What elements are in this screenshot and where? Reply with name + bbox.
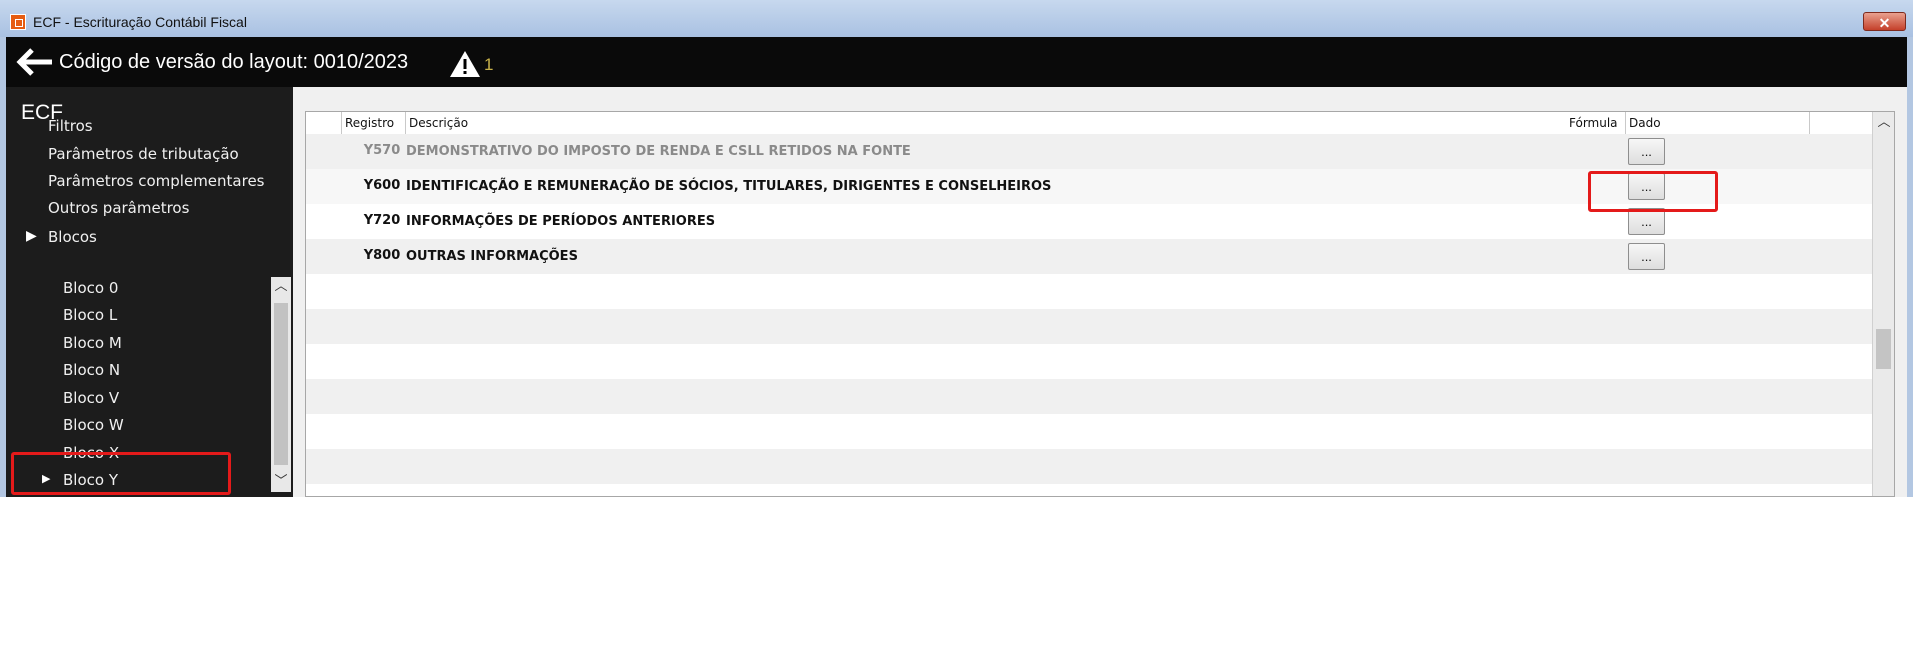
registro-description: OUTRAS INFORMAÇÕES: [406, 249, 578, 264]
column-header-dado[interactable]: Dado: [1626, 112, 1810, 134]
sidebar-item-outros-parametros[interactable]: Outros parâmetros: [48, 199, 189, 217]
close-button[interactable]: ✕: [1863, 12, 1906, 31]
scroll-down-arrow-icon[interactable]: ﹀: [271, 472, 291, 492]
sidebar-item-parametros-complementares[interactable]: Parâmetros complementares: [48, 172, 265, 190]
sidebar-item-parametros-tributacao[interactable]: Parâmetros de tributação: [48, 145, 239, 163]
title-bar: ECF - Escrituração Contábil Fiscal ✕: [0, 0, 1913, 38]
app-icon: [10, 14, 26, 30]
table-row[interactable]: Y800 OUTRAS INFORMAÇÕES ...: [306, 239, 1872, 274]
sidebar-item-bloco-0[interactable]: Bloco 0: [63, 279, 118, 297]
empty-row: [306, 274, 1872, 309]
sidebar-item-blocos[interactable]: Blocos: [48, 228, 97, 246]
scroll-up-arrow-icon[interactable]: ︿: [271, 277, 291, 297]
registro-description: DEMONSTRATIVO DO IMPOSTO DE RENDA E CSLL…: [406, 144, 911, 159]
column-header-formula[interactable]: Fórmula: [1566, 112, 1626, 134]
sidebar-item-bloco-l[interactable]: Bloco L: [63, 306, 117, 324]
layout-version-title: Código de versão do layout: 0010/2023: [59, 51, 409, 73]
sidebar-item-bloco-m[interactable]: Bloco M: [63, 334, 122, 352]
sidebar-scrollbar[interactable]: ︿ ﹀: [271, 277, 291, 492]
dado-button[interactable]: ...: [1628, 243, 1665, 270]
grid-scroll-thumb[interactable]: [1876, 329, 1891, 369]
expand-triangle-icon[interactable]: ▶: [26, 228, 37, 244]
main-content: Registro Descrição Fórmula Dado Y570 DEM…: [293, 87, 1907, 497]
registro-description: INFORMAÇÕES DE PERÍODOS ANTERIORES: [406, 214, 716, 229]
empty-row: [306, 344, 1872, 379]
sidebar-scroll-thumb[interactable]: [274, 303, 288, 465]
scroll-up-arrow-icon[interactable]: ︿: [1873, 112, 1894, 134]
warning-icon[interactable]: [448, 49, 482, 79]
grid-header: Registro Descrição Fórmula Dado: [306, 112, 1872, 135]
empty-row: [306, 379, 1872, 414]
dado-button[interactable]: ...: [1628, 208, 1665, 235]
grid-scrollbar[interactable]: ︿: [1872, 112, 1894, 496]
empty-row: [306, 449, 1872, 484]
empty-row: [306, 309, 1872, 344]
dado-button[interactable]: ...: [1628, 138, 1665, 165]
window-frame-right: [1907, 37, 1913, 497]
window-title: ECF - Escrituração Contábil Fiscal: [33, 14, 247, 30]
registros-grid: Registro Descrição Fórmula Dado Y570 DEM…: [305, 111, 1895, 497]
row-header-column: [306, 112, 342, 134]
empty-row: [306, 414, 1872, 449]
registro-description: IDENTIFICAÇÃO E REMUNERAÇÃO DE SÓCIOS, T…: [406, 179, 1052, 194]
highlight-box-y600-button: [1588, 171, 1718, 212]
back-arrow-icon[interactable]: [16, 47, 54, 77]
table-row[interactable]: Y570 DEMONSTRATIVO DO IMPOSTO DE RENDA E…: [306, 134, 1872, 169]
sidebar-item-bloco-w[interactable]: Bloco W: [63, 416, 124, 434]
layout-header: Código de versão do layout: 0010/2023 1: [6, 37, 1907, 87]
column-header-registro[interactable]: Registro: [342, 112, 406, 134]
column-header-descricao[interactable]: Descrição: [406, 112, 1626, 134]
sidebar: ECF Filtros Parâmetros de tributação Par…: [6, 87, 293, 497]
highlight-box-bloco-y: [11, 452, 231, 495]
app-window: ECF - Escrituração Contábil Fiscal ✕ Cód…: [0, 0, 1913, 497]
sidebar-item-filtros[interactable]: Filtros: [48, 117, 93, 135]
sidebar-item-bloco-v[interactable]: Bloco V: [63, 389, 119, 407]
sidebar-item-bloco-n[interactable]: Bloco N: [63, 361, 120, 379]
warning-count[interactable]: 1: [484, 55, 493, 75]
